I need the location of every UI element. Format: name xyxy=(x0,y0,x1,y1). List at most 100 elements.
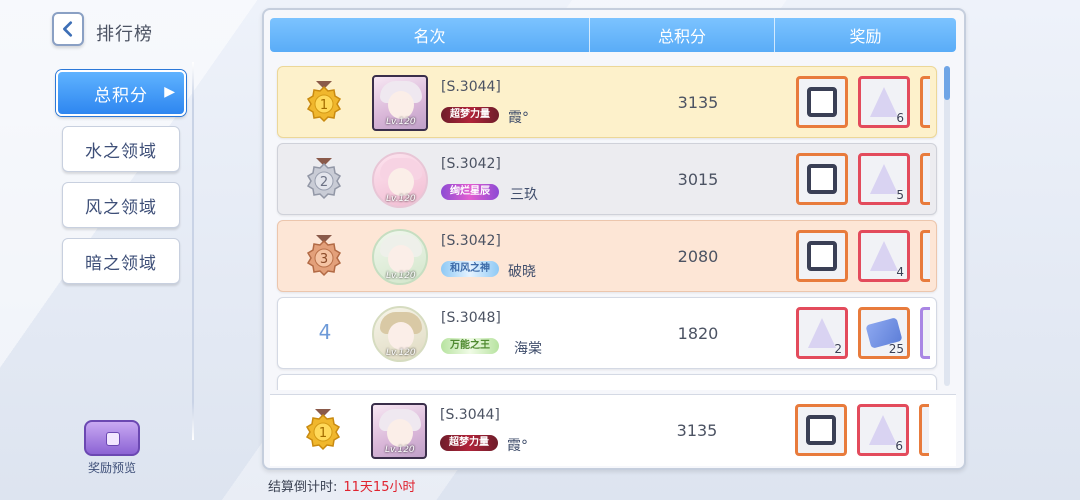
reward-item-partial[interactable] xyxy=(920,153,930,205)
title-badge: 万能之王 xyxy=(441,338,499,354)
tab-dark-domain[interactable]: 暗之领域 xyxy=(62,238,180,284)
avatar[interactable]: Lv.120 xyxy=(371,403,427,459)
chevron-left-icon xyxy=(63,21,73,37)
reward-item-crystal[interactable]: 6 xyxy=(858,76,910,128)
leaderboard-list[interactable]: 1 Lv.120 [S.3044] 超梦力量 霞° 3135 6 2 Lv.12… xyxy=(270,58,956,390)
reward-preview-label: 奖励预览 xyxy=(87,461,136,475)
reward-item-crystal[interactable]: 4 xyxy=(858,230,910,282)
reward-item-avatar-frame[interactable] xyxy=(796,76,848,128)
countdown-value: 11天15小时 xyxy=(343,480,416,495)
reward-quantity: 25 xyxy=(888,342,904,356)
reward-item-partial[interactable] xyxy=(919,404,929,456)
player-name: 三玖 xyxy=(510,187,538,203)
tab-label: 风之领域 xyxy=(85,197,157,218)
server-id: [S.3042] xyxy=(441,233,501,249)
tab-wind-domain[interactable]: 风之领域 xyxy=(62,182,180,228)
medal-rank: 3 xyxy=(320,252,328,267)
crystal-icon xyxy=(808,318,836,348)
treasure-chest-icon xyxy=(84,420,140,456)
avatar-frame-icon xyxy=(806,415,836,445)
level-label: Lv.120 xyxy=(386,117,416,127)
reward-item-crystal[interactable]: 2 xyxy=(796,307,848,359)
crystal-icon xyxy=(870,241,898,271)
server-id: [S.3044] xyxy=(440,407,500,423)
gold-medal-icon: 1 xyxy=(306,81,342,123)
column-score: 总积分 xyxy=(590,18,775,52)
tab-label: 暗之领域 xyxy=(85,253,157,274)
reward-item-avatar-frame[interactable] xyxy=(796,153,848,205)
gold-medal-icon: 1 xyxy=(305,409,341,451)
crystal-icon xyxy=(869,415,897,445)
title-badge: 超梦力量 xyxy=(440,435,498,451)
reward-quantity: 2 xyxy=(834,342,842,356)
medal-rank: 1 xyxy=(319,426,327,441)
table-row[interactable]: 2 Lv.120 [S.3042] 绚烂星辰 三玖 3015 5 xyxy=(277,143,937,215)
table-header: 名次 总积分 奖励 xyxy=(270,18,956,52)
avatar[interactable]: Lv.120 xyxy=(372,152,428,208)
list-scrollbar[interactable] xyxy=(944,66,950,386)
player-name: 霞° xyxy=(508,110,529,126)
level-label: Lv.120 xyxy=(386,194,416,204)
title-badge: 和风之神 xyxy=(441,261,499,277)
rank-number: 4 xyxy=(318,320,332,344)
score-value: 3135 xyxy=(677,93,719,112)
reward-item-avatar-frame[interactable] xyxy=(796,230,848,282)
reward-item-partial[interactable] xyxy=(920,307,930,359)
column-rank: 名次 xyxy=(270,18,590,52)
medal-rank: 2 xyxy=(320,175,328,190)
server-id: [S.3048] xyxy=(441,310,501,326)
level-label: Lv.120 xyxy=(386,348,416,358)
avatar-frame-icon xyxy=(807,241,837,271)
settlement-countdown: 结算倒计时: 11天15小时 xyxy=(268,476,415,495)
scrollbar-thumb[interactable] xyxy=(944,66,950,100)
server-id: [S.3044] xyxy=(441,79,501,95)
reward-quantity: 6 xyxy=(896,111,904,125)
sidebar-divider xyxy=(192,62,194,440)
reward-quantity: 6 xyxy=(895,439,903,453)
reward-quantity: 5 xyxy=(896,188,904,202)
player-name: 霞° xyxy=(507,438,528,454)
reward-preview-button[interactable]: 奖励预览 xyxy=(74,420,150,476)
my-rank-row: 1 Lv.120 [S.3044] 超梦力量 霞° 3135 6 xyxy=(270,394,956,466)
table-row[interactable]: 4 Lv.120 [S.3048] 万能之王 海棠 1820 2 25 xyxy=(277,297,937,369)
avatar-frame-icon xyxy=(807,164,837,194)
avatar[interactable]: Lv.120 xyxy=(372,229,428,285)
level-label: Lv.120 xyxy=(385,445,415,455)
table-row[interactable] xyxy=(277,374,937,390)
server-id: [S.3042] xyxy=(441,156,501,172)
tab-label: 总积分 xyxy=(94,85,148,106)
tab-water-domain[interactable]: 水之领域 xyxy=(62,126,180,172)
reward-item-crystal[interactable]: 6 xyxy=(857,404,909,456)
tab-label: 水之领域 xyxy=(85,141,157,162)
reward-item-ticket[interactable]: 25 xyxy=(858,307,910,359)
avatar[interactable]: Lv.120 xyxy=(372,75,428,131)
countdown-label: 结算倒计时: xyxy=(268,480,338,495)
player-name: 海棠 xyxy=(514,341,542,357)
level-label: Lv.120 xyxy=(386,271,416,281)
reward-quantity: 4 xyxy=(896,265,904,279)
score-value: 3015 xyxy=(677,170,719,189)
avatar[interactable]: Lv.120 xyxy=(372,306,428,362)
score-value: 1820 xyxy=(677,324,719,343)
column-reward: 奖励 xyxy=(849,27,882,46)
reward-item-crystal[interactable]: 5 xyxy=(858,153,910,205)
table-row[interactable]: 1 Lv.120 [S.3044] 超梦力量 霞° 3135 6 xyxy=(277,66,937,138)
reward-item-avatar-frame[interactable] xyxy=(795,404,847,456)
silver-medal-icon: 2 xyxy=(306,158,342,200)
page-title: 排行榜 xyxy=(96,24,153,45)
player-name: 破晓 xyxy=(508,264,536,280)
crystal-icon xyxy=(870,87,898,117)
caret-right-icon: ▶ xyxy=(164,84,176,100)
table-row[interactable]: 3 Lv.120 [S.3042] 和风之神 破晓 2080 4 xyxy=(277,220,937,292)
bronze-medal-icon: 3 xyxy=(306,235,342,277)
reward-item-partial[interactable] xyxy=(920,76,930,128)
score-value: 2080 xyxy=(677,247,719,266)
title-badge: 绚烂星辰 xyxy=(441,184,499,200)
avatar-frame-icon xyxy=(807,87,837,117)
reward-item-partial[interactable] xyxy=(920,230,930,282)
score-value: 3135 xyxy=(676,421,718,440)
tab-total-score[interactable]: 总积分 ▶ xyxy=(56,70,186,116)
medal-rank: 1 xyxy=(320,98,328,113)
back-button[interactable] xyxy=(52,12,84,46)
title-badge: 超梦力量 xyxy=(441,107,499,123)
